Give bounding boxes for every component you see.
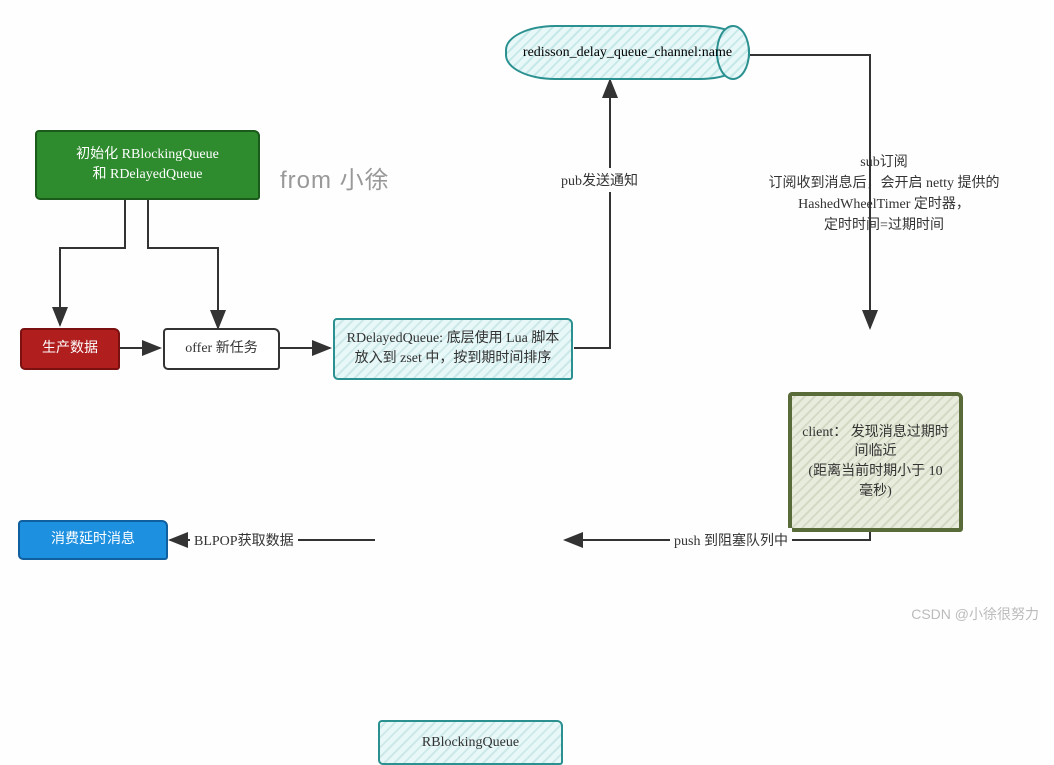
node-produce-label: 生产数据	[42, 339, 98, 359]
node-delayed-queue: RDelayedQueue: 底层使用 Lua 脚本放入到 zset 中，按到期…	[333, 318, 573, 380]
node-offer-label: offer 新任务	[185, 339, 257, 359]
node-client-label: client： 发现消息过期时间临近 (距离当前时期小于 10 毫秒)	[800, 423, 951, 501]
node-channel-label: redisson_delay_queue_channel:name	[523, 45, 732, 61]
edge-label-pub: pub发送通知	[557, 168, 642, 192]
watermark-from: from 小徐	[280, 160, 390, 195]
node-produce: 生产数据	[20, 328, 120, 370]
node-offer: offer 新任务	[163, 328, 280, 370]
node-consume: 消费延时消息	[18, 520, 168, 560]
node-channel: redisson_delay_queue_channel:name	[505, 25, 750, 80]
node-client: client： 发现消息过期时间临近 (距离当前时期小于 10 毫秒)	[788, 392, 963, 532]
node-blocking-queue: RBlockingQueue	[378, 720, 563, 765]
watermark-csdn: CSDN @小徐很努力	[911, 604, 1039, 624]
edge-label-push: push 到阻塞队列中	[670, 528, 792, 552]
node-blocking-queue-label: RBlockingQueue	[422, 733, 519, 753]
node-consume-label: 消费延时消息	[51, 530, 135, 550]
edge-label-sub: sub订阅 订阅收到消息后，会开启 netty 提供的 HashedWheelT…	[740, 150, 1028, 238]
node-delayed-queue-label: RDelayedQueue: 底层使用 Lua 脚本放入到 zset 中，按到期…	[343, 329, 563, 368]
node-init: 初始化 RBlockingQueue 和 RDelayedQueue	[35, 130, 260, 200]
node-init-label: 初始化 RBlockingQueue 和 RDelayedQueue	[76, 145, 219, 184]
edge-label-blpop: BLPOP获取数据	[190, 528, 298, 552]
